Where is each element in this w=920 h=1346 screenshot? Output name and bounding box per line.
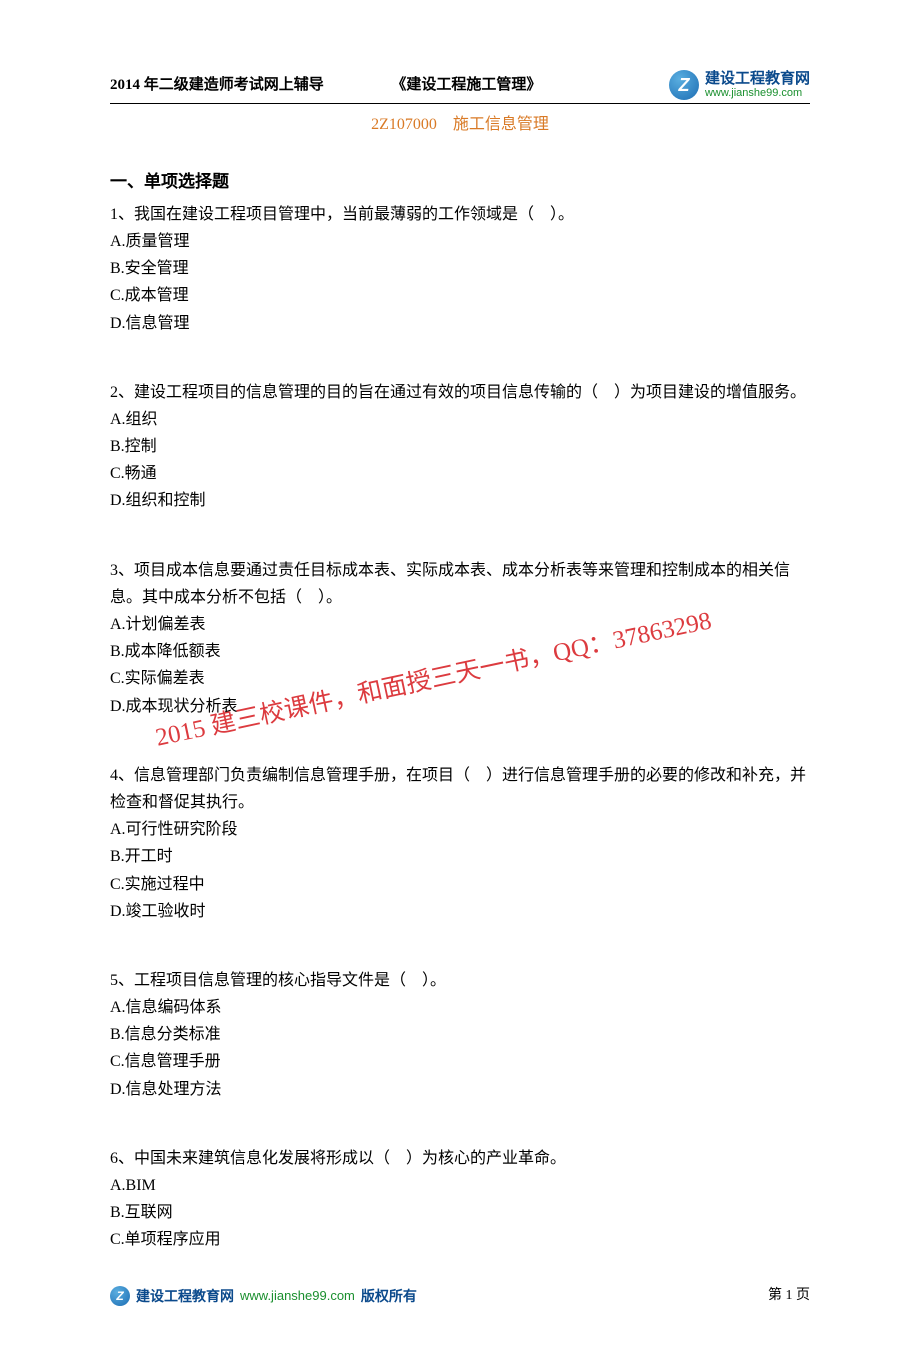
header-center-title: 《建设工程施工管理》: [391, 73, 541, 97]
footer-copyright: 版权所有: [361, 1285, 417, 1307]
option: D.信息管理: [110, 310, 810, 337]
option: B.信息分类标准: [110, 1021, 810, 1048]
option: A.计划偏差表: [110, 611, 810, 638]
option: C.单项程序应用: [110, 1226, 810, 1253]
question-block: 6、中国未来建筑信息化发展将形成以（ ）为核心的产业革命。 A.BIM B.互联…: [110, 1145, 810, 1254]
document-header: 2014 年二级建造师考试网上辅导 《建设工程施工管理》 Z 建设工程教育网 w…: [110, 70, 810, 104]
question-block: 3、项目成本信息要通过责任目标成本表、实际成本表、成本分析表等来管理和控制成本的…: [110, 557, 810, 720]
question-text: 6、中国未来建筑信息化发展将形成以（ ）为核心的产业革命。: [110, 1145, 810, 1172]
option: C.实施过程中: [110, 871, 810, 898]
document-subtitle: 2Z107000 施工信息管理: [110, 112, 810, 138]
header-logo: Z 建设工程教育网 www.jianshe99.com: [669, 70, 810, 100]
logo-text-group: 建设工程教育网 www.jianshe99.com: [705, 71, 810, 100]
option: D.组织和控制: [110, 487, 810, 514]
footer-site-url: www.jianshe99.com: [240, 1286, 355, 1307]
question-block: 5、工程项目信息管理的核心指导文件是（ ）。 A.信息编码体系 B.信息分类标准…: [110, 967, 810, 1103]
page-number: 第 1 页: [768, 1285, 810, 1307]
question-text: 2、建设工程项目的信息管理的目的旨在通过有效的项目信息传输的（ ）为项目建设的增…: [110, 379, 810, 406]
header-left-title: 2014 年二级建造师考试网上辅导: [110, 73, 324, 97]
question-block: 2、建设工程项目的信息管理的目的旨在通过有效的项目信息传输的（ ）为项目建设的增…: [110, 379, 810, 515]
question-text: 1、我国在建设工程项目管理中，当前最薄弱的工作领域是（ ）。: [110, 201, 810, 228]
option: A.质量管理: [110, 228, 810, 255]
option: B.控制: [110, 433, 810, 460]
option: B.安全管理: [110, 255, 810, 282]
document-footer: Z 建设工程教育网 www.jianshe99.com 版权所有 第 1 页: [110, 1285, 810, 1307]
logo-text-cn: 建设工程教育网: [705, 71, 810, 88]
option: B.成本降低额表: [110, 638, 810, 665]
footer-left: Z 建设工程教育网 www.jianshe99.com 版权所有: [110, 1285, 417, 1307]
question-block: 4、信息管理部门负责编制信息管理手册，在项目（ ）进行信息管理手册的必要的修改和…: [110, 762, 810, 925]
option: A.组织: [110, 406, 810, 433]
section-title: 一、单项选择题: [110, 168, 810, 195]
logo-icon: Z: [669, 70, 699, 100]
option: D.成本现状分析表: [110, 693, 810, 720]
question-text: 5、工程项目信息管理的核心指导文件是（ ）。: [110, 967, 810, 994]
option: D.竣工验收时: [110, 898, 810, 925]
option: A.BIM: [110, 1172, 810, 1199]
question-text: 4、信息管理部门负责编制信息管理手册，在项目（ ）进行信息管理手册的必要的修改和…: [110, 762, 810, 816]
option: C.成本管理: [110, 282, 810, 309]
option: A.可行性研究阶段: [110, 816, 810, 843]
option: B.开工时: [110, 843, 810, 870]
footer-site-name: 建设工程教育网: [136, 1285, 234, 1307]
option: B.互联网: [110, 1199, 810, 1226]
option: C.信息管理手册: [110, 1048, 810, 1075]
option: C.实际偏差表: [110, 665, 810, 692]
footer-logo-icon: Z: [110, 1286, 130, 1306]
option: D.信息处理方法: [110, 1076, 810, 1103]
question-block: 1、我国在建设工程项目管理中，当前最薄弱的工作领域是（ ）。 A.质量管理 B.…: [110, 201, 810, 337]
logo-text-en: www.jianshe99.com: [705, 87, 810, 99]
option: C.畅通: [110, 460, 810, 487]
question-text: 3、项目成本信息要通过责任目标成本表、实际成本表、成本分析表等来管理和控制成本的…: [110, 557, 810, 611]
option: A.信息编码体系: [110, 994, 810, 1021]
